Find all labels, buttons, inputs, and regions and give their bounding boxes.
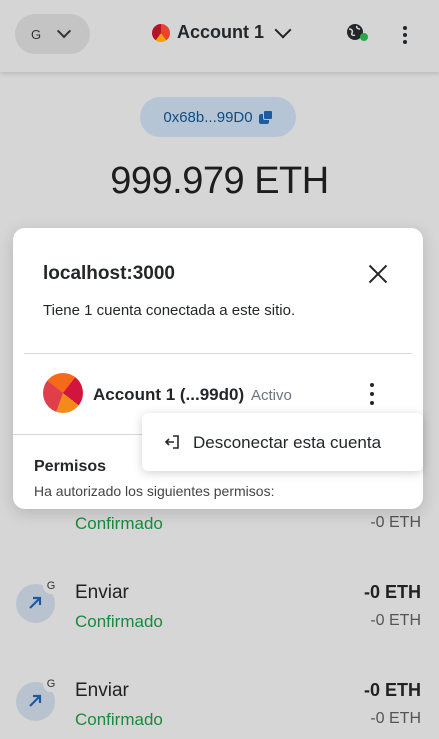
transaction-row[interactable]: G Enviar Confirmado -0 ETH -0 ETH bbox=[0, 676, 439, 736]
transaction-title: Enviar bbox=[75, 680, 129, 701]
chevron-down-icon bbox=[274, 21, 292, 38]
modal-title: localhost:3000 bbox=[43, 263, 175, 284]
permissions-subtitle: Ha autorizado los siguientes permisos: bbox=[34, 483, 275, 499]
arrow-up-right-icon bbox=[29, 596, 42, 609]
network-label: G bbox=[31, 26, 42, 42]
chevron-down-icon bbox=[57, 24, 72, 39]
account-name: Account 1 bbox=[177, 22, 265, 42]
copy-icon bbox=[258, 110, 273, 124]
app-header: G Account 1 bbox=[0, 0, 439, 72]
transaction-status: Confirmado bbox=[75, 514, 163, 533]
account-options-menu: Desconectar esta cuenta bbox=[142, 413, 423, 471]
account-avatar bbox=[152, 23, 170, 42]
transaction-status: Confirmado bbox=[75, 612, 163, 631]
divider bbox=[13, 434, 143, 435]
address-text: 0x68b...99D0 bbox=[163, 108, 253, 126]
network-badge: G bbox=[43, 578, 59, 594]
network-badge: G bbox=[43, 676, 59, 692]
balance: 999.979 ETH bbox=[110, 160, 329, 202]
account-avatar bbox=[43, 373, 83, 413]
disconnect-icon bbox=[164, 435, 179, 449]
transaction-icon: G bbox=[16, 676, 59, 721]
transaction-secondary-amount: -0 ETH bbox=[370, 612, 421, 629]
transaction-row[interactable]: G Enviar Confirmado -0 ETH -0 ETH bbox=[0, 578, 439, 638]
network-selector[interactable]: G bbox=[15, 14, 90, 54]
arrow-up-right-icon bbox=[29, 694, 42, 707]
transaction-icon: G bbox=[16, 578, 59, 623]
connected-status-dot bbox=[360, 33, 368, 41]
disconnect-account-item[interactable]: Desconectar esta cuenta bbox=[142, 413, 423, 471]
account-selector[interactable]: Account 1 bbox=[152, 21, 292, 43]
modal-subtitle: Tiene 1 cuenta conectada a este sitio. bbox=[43, 302, 296, 319]
transaction-secondary-amount: -0 ETH bbox=[370, 710, 421, 727]
transaction-amount: -0 ETH bbox=[363, 680, 421, 700]
permissions-title: Permisos bbox=[34, 458, 107, 475]
close-icon[interactable] bbox=[368, 264, 388, 284]
address-copy-button[interactable]: 0x68b...99D0 bbox=[140, 97, 296, 137]
account-status: Activo bbox=[251, 387, 292, 404]
transaction-title: Enviar bbox=[75, 582, 129, 603]
divider bbox=[24, 353, 412, 354]
disconnect-account-label: Desconectar esta cuenta bbox=[193, 433, 382, 452]
account-options-kebab-icon[interactable] bbox=[365, 383, 379, 405]
connected-account-name: Account 1 (...99d0) bbox=[93, 385, 245, 404]
transaction-secondary-amount: -0 ETH bbox=[370, 514, 421, 531]
kebab-menu-icon[interactable] bbox=[398, 26, 412, 44]
transaction-status: Confirmado bbox=[75, 710, 163, 729]
transaction-amount: -0 ETH bbox=[363, 582, 421, 602]
